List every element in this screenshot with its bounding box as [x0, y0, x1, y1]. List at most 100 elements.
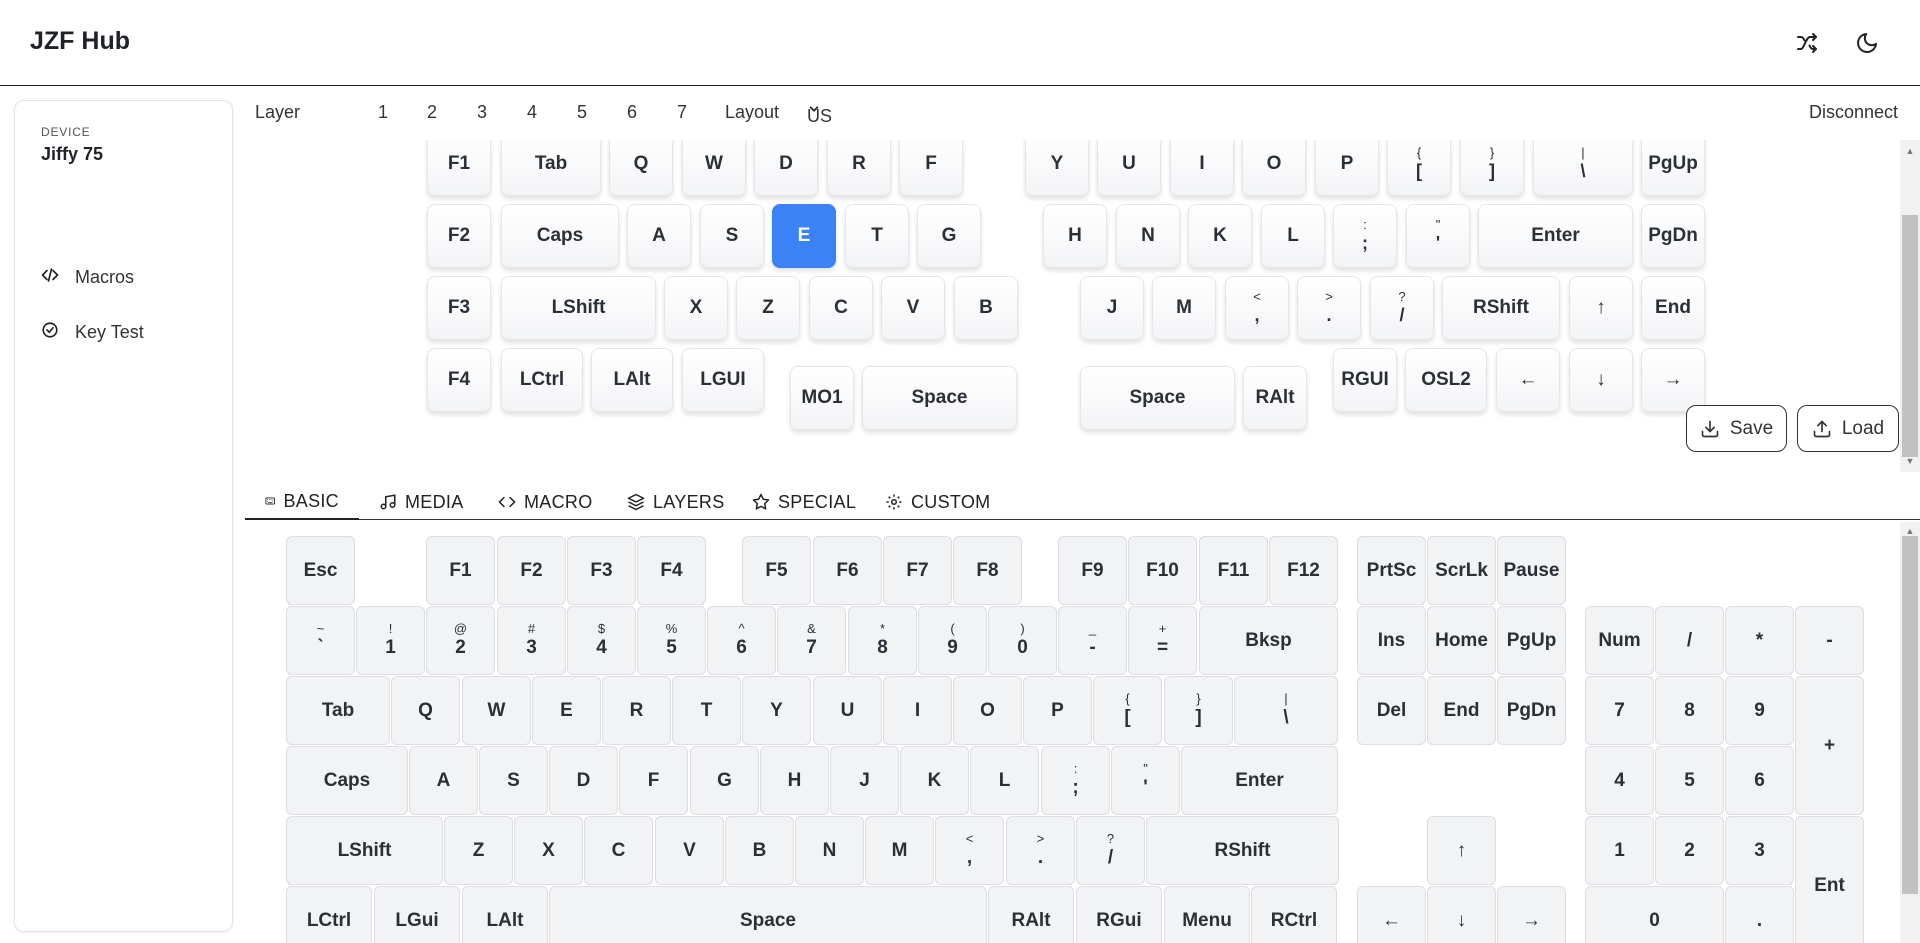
palette-scrollbar-thumb[interactable]: [1902, 536, 1918, 894]
palette-key[interactable]: & 7: [777, 606, 846, 675]
palette-key[interactable]: F9: [1058, 536, 1127, 605]
layout-select[interactable]: US: [807, 102, 832, 126]
keymap-scrollbar-thumb[interactable]: [1902, 215, 1918, 457]
load-button[interactable]: Load: [1797, 405, 1899, 452]
keymap-key[interactable]: K: [1188, 204, 1252, 268]
scroll-up-icon[interactable]: ▲: [1904, 526, 1916, 536]
palette-key[interactable]: O: [953, 676, 1022, 745]
palette-key[interactable]: ^ 6: [707, 606, 776, 675]
keymap-key[interactable]: RGUI: [1333, 348, 1397, 412]
palette-key[interactable]: Caps: [286, 746, 408, 815]
palette-key[interactable]: Bksp: [1199, 606, 1338, 675]
keymap-key[interactable]: D: [754, 140, 818, 196]
palette-key[interactable]: 0: [1585, 886, 1724, 943]
sidebar-item-key-test[interactable]: Key Test: [41, 318, 144, 346]
layer-4-button[interactable]: 4: [527, 102, 537, 123]
moon-icon[interactable]: [1851, 27, 1883, 59]
palette-key[interactable]: C: [584, 816, 653, 885]
keymap-key[interactable]: E: [772, 204, 836, 268]
palette-key[interactable]: LAlt: [462, 886, 548, 943]
palette-key[interactable]: *: [1725, 606, 1794, 675]
layer-1-button[interactable]: 1: [378, 102, 388, 123]
tab-media[interactable]: MEDIA: [379, 484, 464, 520]
keymap-key[interactable]: B: [954, 276, 1018, 340]
palette-key[interactable]: " ': [1111, 746, 1180, 815]
palette-key[interactable]: Num: [1585, 606, 1654, 675]
keymap-key[interactable]: ←: [1496, 348, 1560, 412]
layer-7-button[interactable]: 7: [677, 102, 687, 123]
keymap-key[interactable]: ↓: [1569, 348, 1633, 412]
tab-basic[interactable]: BASIC: [245, 484, 359, 520]
palette-key[interactable]: F4: [637, 536, 706, 605]
keymap-key[interactable]: M: [1152, 276, 1216, 340]
keymap-key[interactable]: T: [845, 204, 909, 268]
palette-key[interactable]: F2: [497, 536, 566, 605]
palette-key[interactable]: 8: [1655, 676, 1724, 745]
palette-key[interactable]: Menu: [1164, 886, 1250, 943]
keymap-key[interactable]: LShift: [501, 276, 656, 340]
keymap-key[interactable]: Q: [609, 140, 673, 196]
palette-key[interactable]: I: [883, 676, 952, 745]
palette-key[interactable]: PgDn: [1497, 676, 1566, 745]
palette-key[interactable]: +: [1795, 676, 1864, 815]
palette-key[interactable]: End: [1427, 676, 1496, 745]
keymap-key[interactable]: F4: [427, 348, 491, 412]
keymap-key[interactable]: Space: [1080, 366, 1235, 430]
keymap-key[interactable]: }]: [1460, 140, 1524, 196]
palette-key[interactable]: ScrLk: [1427, 536, 1496, 605]
tab-special[interactable]: SPECIAL: [752, 484, 856, 520]
palette-key[interactable]: 5: [1655, 746, 1724, 815]
keymap-key[interactable]: PgUp: [1641, 140, 1705, 196]
palette-key[interactable]: Enter: [1181, 746, 1338, 815]
keymap-key[interactable]: >.: [1297, 276, 1361, 340]
palette-key[interactable]: (9: [918, 606, 987, 675]
keymap-key[interactable]: " ': [1406, 204, 1470, 268]
palette-key[interactable]: F5: [742, 536, 811, 605]
palette-key[interactable]: F10: [1128, 536, 1197, 605]
palette-key[interactable]: 4: [1585, 746, 1654, 815]
palette-key[interactable]: F3: [567, 536, 636, 605]
palette-key[interactable]: G: [690, 746, 759, 815]
palette-key[interactable]: F7: [883, 536, 952, 605]
palette-key[interactable]: Q: [391, 676, 460, 745]
palette-key[interactable]: ) 0: [988, 606, 1057, 675]
keymap-key[interactable]: →: [1641, 348, 1705, 412]
palette-key[interactable]: A: [409, 746, 478, 815]
palette-key[interactable]: K: [900, 746, 969, 815]
palette-key[interactable]: /: [1655, 606, 1724, 675]
keymap-key[interactable]: N: [1116, 204, 1180, 268]
palette-key[interactable]: .: [1725, 886, 1794, 943]
layer-3-button[interactable]: 3: [477, 102, 487, 123]
palette-key[interactable]: 2: [1655, 816, 1724, 885]
palette-key[interactable]: Del: [1357, 676, 1426, 745]
palette-key[interactable]: LShift: [286, 816, 443, 885]
palette-key[interactable]: M: [865, 816, 934, 885]
palette-key[interactable]: 9: [1725, 676, 1794, 745]
sidebar-item-macros[interactable]: Macros: [41, 263, 134, 291]
keymap-key[interactable]: U: [1097, 140, 1161, 196]
palette-key[interactable]: _ -: [1058, 606, 1127, 675]
keymap-key[interactable]: A: [627, 204, 691, 268]
palette-key[interactable]: T: [672, 676, 741, 745]
palette-key[interactable]: X: [514, 816, 583, 885]
palette-key[interactable]: ~ `: [286, 606, 355, 675]
palette-key[interactable]: :;: [1041, 746, 1110, 815]
palette-key[interactable]: ↓: [1427, 886, 1496, 943]
palette-key[interactable]: J: [830, 746, 899, 815]
palette-key[interactable]: B: [725, 816, 794, 885]
palette-key[interactable]: N: [795, 816, 864, 885]
layer-6-button[interactable]: 6: [627, 102, 637, 123]
palette-key[interactable]: $4: [567, 606, 636, 675]
keymap-key[interactable]: H: [1043, 204, 1107, 268]
palette-key[interactable]: 3: [1725, 816, 1794, 885]
keymap-key[interactable]: O: [1242, 140, 1306, 196]
keymap-key[interactable]: Caps: [501, 204, 619, 268]
keymap-key[interactable]: L: [1261, 204, 1325, 268]
keymap-key[interactable]: Enter: [1478, 204, 1633, 268]
keymap-key[interactable]: Z: [736, 276, 800, 340]
palette-key[interactable]: S: [479, 746, 548, 815]
palette-key[interactable]: F6: [813, 536, 882, 605]
keymap-key[interactable]: V: [881, 276, 945, 340]
palette-key[interactable]: 1: [1585, 816, 1654, 885]
layer-2-button[interactable]: 2: [427, 102, 437, 123]
